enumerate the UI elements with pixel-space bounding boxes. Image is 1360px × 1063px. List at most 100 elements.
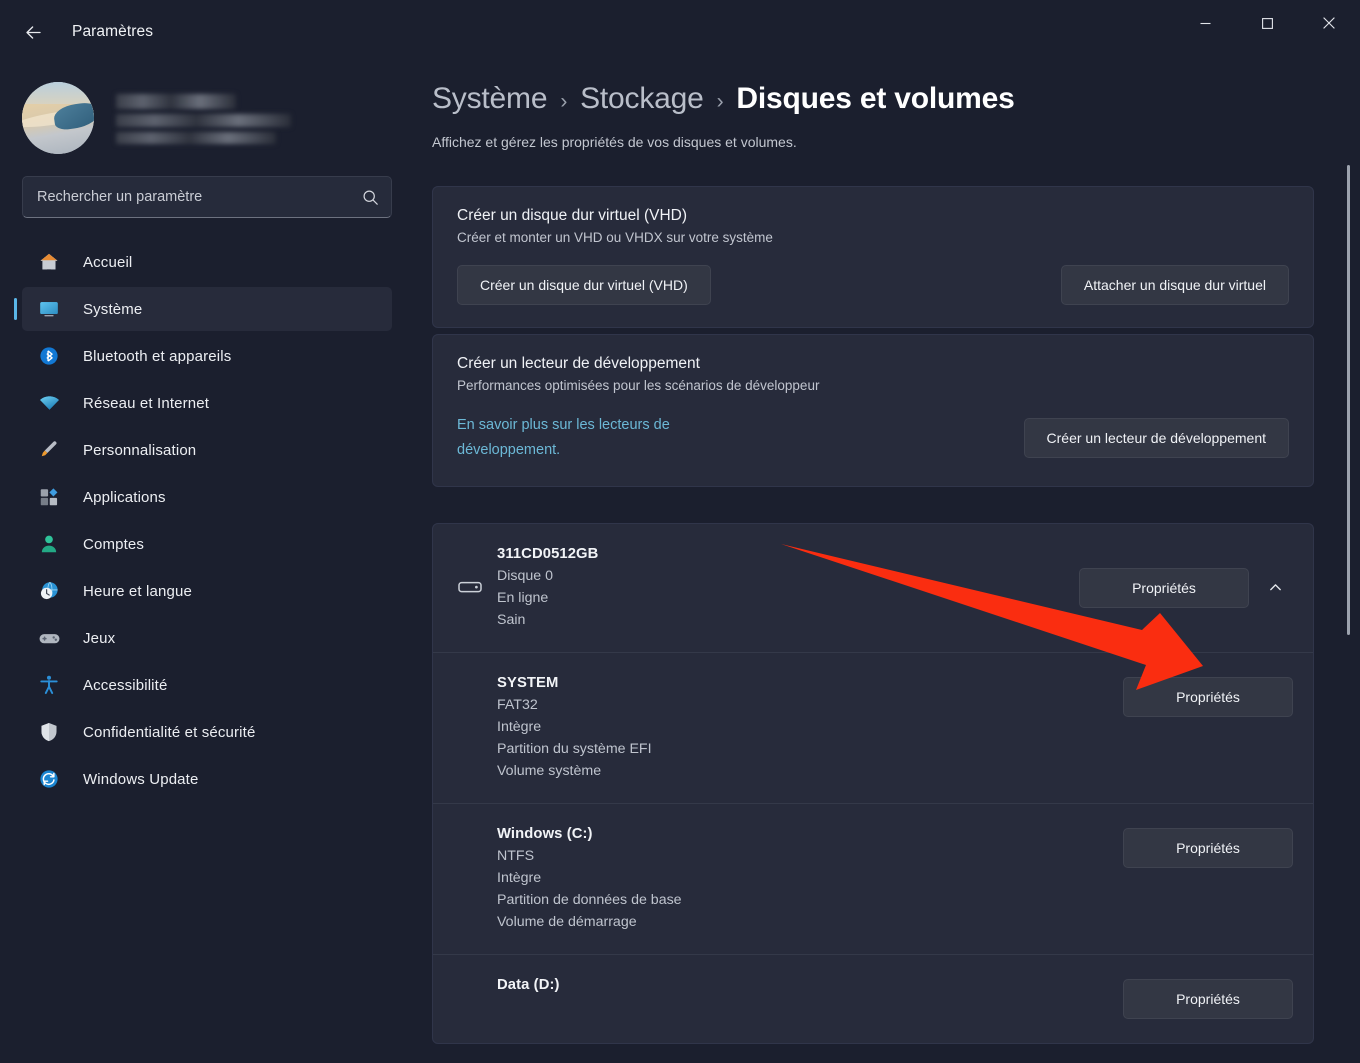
search-input[interactable] <box>37 189 362 205</box>
volume-properties-button[interactable]: Propriétés <box>1123 827 1293 868</box>
volume-name: Windows (C:) <box>497 825 593 842</box>
volume-properties-button[interactable]: Propriétés <box>1123 978 1293 1019</box>
close-button[interactable] <box>1298 0 1360 46</box>
volume-partition-type: Partition de données de base <box>497 891 682 908</box>
wifi-icon <box>36 390 62 416</box>
disk-header-row[interactable]: 311CD0512GB Disque 0 En ligne Sain Propr… <box>433 524 1313 652</box>
disk-meta-number: Disque 0 <box>497 567 553 584</box>
create-vhd-button[interactable]: Créer un disque dur virtuel (VHD) <box>457 265 711 305</box>
sidebar-item-heure-langue[interactable]: Heure et langue <box>22 569 392 613</box>
back-arrow-icon <box>25 25 41 39</box>
volume-row-system: SYSTEM FAT32 Intègre Partition du systèm… <box>433 651 1313 803</box>
sidebar-item-label: Accueil <box>83 253 133 271</box>
minimize-icon <box>1200 22 1210 24</box>
search-box[interactable] <box>22 176 392 218</box>
volume-health: Intègre <box>497 869 542 886</box>
maximize-icon <box>1261 17 1273 29</box>
sidebar-item-label: Applications <box>83 488 166 506</box>
display-icon <box>36 296 62 322</box>
sidebar-item-label: Confidentialité et sécurité <box>83 723 256 741</box>
accessibility-icon <box>36 672 62 698</box>
sidebar-item-label: Système <box>83 300 143 318</box>
volume-row-data-d: Data (D:) Propriétés <box>433 953 1313 1043</box>
sidebar-item-systeme[interactable]: Système <box>14 287 392 331</box>
profile-section[interactable] <box>0 64 414 160</box>
breadcrumb: Système › Stockage › Disques et volumes <box>432 82 1360 116</box>
disk-group: 311CD0512GB Disque 0 En ligne Sain Propr… <box>432 522 1314 1044</box>
vhd-card-description: Créer et monter un VHD ou VHDX sur votre… <box>457 230 773 245</box>
volume-row-windows-c: Windows (C:) NTFS Intègre Partition de d… <box>433 802 1313 954</box>
sidebar-item-label: Accessibilité <box>83 676 168 694</box>
maximize-button[interactable] <box>1236 0 1298 46</box>
bluetooth-icon <box>36 343 62 369</box>
dev-drive-card-title: Créer un lecteur de développement <box>457 355 700 372</box>
dev-drive-learn-more-link[interactable]: En savoir plus sur les lecteurs de dével… <box>457 413 737 464</box>
disk-expander-button[interactable] <box>1257 570 1293 606</box>
back-button[interactable] <box>12 11 54 53</box>
main-scrollbar[interactable] <box>1347 165 1350 1045</box>
sidebar-item-confidentialite[interactable]: Confidentialité et sécurité <box>22 710 392 754</box>
volume-role: Volume système <box>497 762 602 779</box>
volume-properties-button[interactable]: Propriétés <box>1123 676 1293 717</box>
volume-filesystem: FAT32 <box>497 696 538 713</box>
sidebar-item-label: Windows Update <box>83 770 199 788</box>
minimize-button[interactable] <box>1174 0 1236 46</box>
drive-icon <box>453 574 487 600</box>
vhd-card: Créer un disque dur virtuel (VHD) Créer … <box>432 186 1314 328</box>
settings-window: Paramètres Rechercher un paramètre Accue… <box>0 0 1360 1063</box>
breadcrumb-item-systeme[interactable]: Système <box>432 82 548 116</box>
volume-name: SYSTEM <box>497 674 559 691</box>
update-icon <box>36 766 62 792</box>
close-icon <box>1323 17 1335 29</box>
shield-icon <box>36 719 62 745</box>
sidebar-item-accueil[interactable]: Accueil <box>22 240 392 284</box>
clock-globe-icon <box>36 578 62 604</box>
disk-meta-status: En ligne <box>497 589 549 606</box>
volume-health: Intègre <box>497 718 542 735</box>
page-subtitle: Affichez et gérez les propriétés de vos … <box>432 134 797 150</box>
sidebar-item-reseau[interactable]: Réseau et Internet <box>22 381 392 425</box>
title-bar: Paramètres <box>0 0 1360 64</box>
window-controls <box>1174 0 1360 46</box>
sidebar-item-applications[interactable]: Applications <box>22 475 392 519</box>
gamepad-icon <box>36 625 62 651</box>
vhd-card-title: Créer un disque dur virtuel (VHD) <box>457 207 688 224</box>
app-title: Paramètres <box>72 23 154 40</box>
sidebar-item-accessibilite[interactable]: Accessibilité <box>22 663 392 707</box>
sidebar: Accueil Système <box>0 64 414 1063</box>
sidebar-item-label: Heure et langue <box>83 582 192 600</box>
sidebar-item-windows-update[interactable]: Windows Update <box>22 757 392 801</box>
main-content: Système › Stockage › Disques et volumes … <box>414 64 1360 1063</box>
disk-meta-health: Sain <box>497 611 526 628</box>
sidebar-item-comptes[interactable]: Comptes <box>22 522 392 566</box>
sidebar-item-label: Personnalisation <box>83 441 197 459</box>
attach-vhd-button[interactable]: Attacher un disque dur virtuel <box>1060 265 1289 305</box>
page-title: Disques et volumes <box>736 82 1015 115</box>
sidebar-item-bluetooth[interactable]: Bluetooth et appareils <box>22 334 392 378</box>
scrollbar-thumb[interactable] <box>1347 165 1350 635</box>
chevron-up-icon <box>1269 584 1281 591</box>
volume-partition-type: Partition du système EFI <box>497 740 652 757</box>
volume-filesystem: NTFS <box>497 847 535 864</box>
search-icon <box>363 189 378 205</box>
create-dev-drive-button[interactable]: Créer un lecteur de développement <box>1023 418 1289 459</box>
sidebar-item-label: Réseau et Internet <box>83 394 210 412</box>
sidebar-nav: Accueil Système Bluetooth et appareils R… <box>0 240 414 801</box>
avatar <box>22 82 94 154</box>
home-icon <box>36 249 62 275</box>
sidebar-item-label: Comptes <box>83 535 145 553</box>
breadcrumb-item-stockage[interactable]: Stockage <box>580 82 704 116</box>
sidebar-item-personnalisation[interactable]: Personnalisation <box>22 428 392 472</box>
volume-role: Volume de démarrage <box>497 913 637 930</box>
dev-drive-card: Créer un lecteur de développement Perfor… <box>432 334 1314 487</box>
breadcrumb-separator: › <box>560 90 568 113</box>
sidebar-item-jeux[interactable]: Jeux <box>22 616 392 660</box>
volume-name: Data (D:) <box>497 976 560 993</box>
sidebar-item-label: Jeux <box>83 629 116 647</box>
sidebar-item-label: Bluetooth et appareils <box>83 347 232 365</box>
person-icon <box>36 531 62 557</box>
disk-properties-button[interactable]: Propriétés <box>1079 567 1249 608</box>
disk-name: 311CD0512GB <box>497 545 599 562</box>
brush-icon <box>36 437 62 463</box>
profile-name-redacted <box>116 92 291 144</box>
